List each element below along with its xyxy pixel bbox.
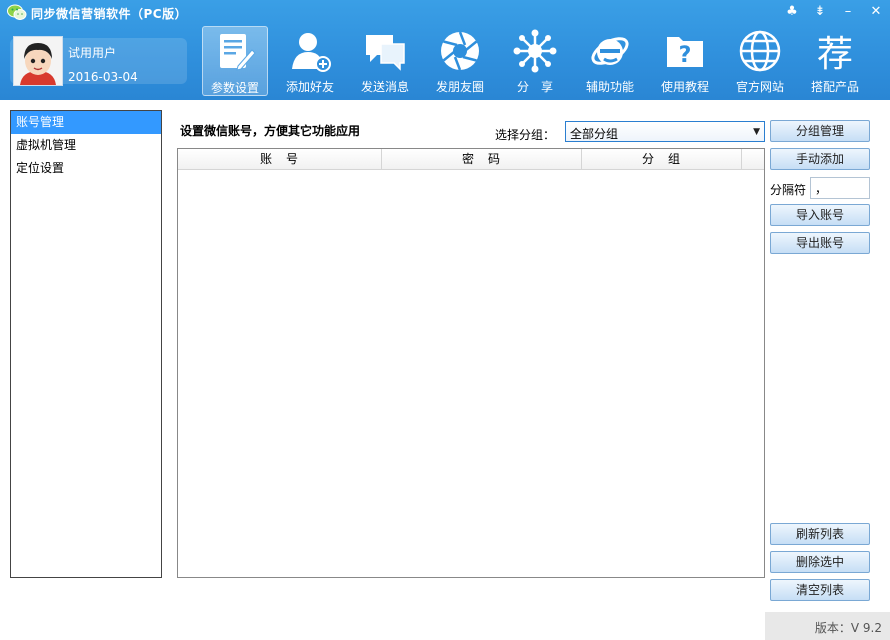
help-folder-icon: ? [667, 37, 703, 68]
chat-bubbles-icon [366, 35, 405, 71]
clear-list-button[interactable]: 清空列表 [770, 579, 870, 601]
version-label: 版本：V 9.2 [814, 621, 882, 635]
nav-label: 辅助功能 [585, 80, 634, 94]
aperture-icon [441, 31, 479, 71]
nav-label: 官方网站 [735, 80, 784, 94]
nav-official-site[interactable]: 官方网站 [727, 26, 793, 96]
nav-label: 分 享 [516, 80, 553, 94]
close-button[interactable]: ✕ [866, 3, 886, 21]
recommend-glyph: 荐 [817, 34, 853, 73]
separator-label: 分隔符 [770, 183, 807, 197]
column-header-group[interactable]: 分 组 [582, 149, 742, 169]
nav-assist[interactable]: 辅助功能 [577, 26, 643, 96]
recommend-glyph-icon: 荐 [817, 34, 853, 73]
nav-label: 使用教程 [660, 80, 709, 94]
nav-share[interactable]: 分 享 [502, 26, 568, 96]
status-bar: 版本：V 9.2 [765, 612, 890, 640]
avatar [13, 36, 63, 86]
settings-sidebar: 账号管理 虚拟机管理 定位设置 [10, 110, 162, 578]
user-date: 2016-03-04 [68, 70, 138, 84]
skin-button[interactable]: ♣ [782, 3, 802, 21]
ie-logo-icon [591, 37, 629, 65]
header-bar: 同步微信营销软件（PC版） ♣ ⇟ – ✕ 试用用户 2016-03-04 参数… [0, 0, 890, 100]
wechat-logo-icon [7, 4, 27, 20]
sidebar-item-account-management[interactable]: 账号管理 [11, 111, 161, 134]
document-edit-icon [220, 34, 256, 71]
app-title: 同步微信营销软件（PC版） [31, 7, 188, 21]
nav-label: 添加好友 [285, 80, 334, 94]
sidebar-item-vm-management[interactable]: 虚拟机管理 [11, 134, 161, 157]
nav-label: 参数设置 [210, 81, 259, 95]
group-select-value: 全部分组 [570, 127, 619, 141]
globe-icon [739, 30, 781, 72]
export-accounts-button[interactable]: 导出账号 [770, 232, 870, 254]
nav-send-message[interactable]: 发送消息 [352, 26, 418, 96]
add-user-icon [292, 33, 331, 72]
user-name: 试用用户 [68, 46, 117, 60]
group-select[interactable]: 全部分组 ▼ [565, 121, 765, 142]
import-accounts-button[interactable]: 导入账号 [770, 204, 870, 226]
chevron-down-icon: ▼ [753, 127, 760, 137]
nav-products[interactable]: 荐 搭配产品 [802, 26, 868, 96]
sidebar-item-location-settings[interactable]: 定位设置 [11, 157, 161, 180]
nav-params-settings[interactable]: 参数设置 [202, 26, 268, 96]
user-avatar-icon [14, 37, 62, 85]
nav-add-friends[interactable]: 添加好友 [277, 26, 343, 96]
refresh-list-button[interactable]: 刷新列表 [770, 523, 870, 545]
nav-label: 发朋友圈 [435, 80, 484, 94]
delete-selected-button[interactable]: 删除选中 [770, 551, 870, 573]
svg-text:?: ? [679, 43, 692, 68]
minimize-button[interactable]: – [838, 3, 858, 21]
separator-input[interactable] [810, 177, 870, 199]
nav-tutorial[interactable]: ? 使用教程 [652, 26, 718, 96]
accounts-table[interactable]: 账 号 密 码 分 组 [177, 148, 765, 578]
group-select-label: 选择分组： [495, 128, 556, 142]
nav-moments[interactable]: 发朋友圈 [427, 26, 493, 96]
column-header-password[interactable]: 密 码 [382, 149, 582, 169]
title-bar: 同步微信营销软件（PC版） ♣ ⇟ – ✕ [0, 0, 890, 26]
manual-add-button[interactable]: 手动添加 [770, 148, 870, 170]
table-header: 账 号 密 码 分 组 [178, 149, 764, 170]
nav-label: 搭配产品 [810, 80, 859, 94]
page-title: 设置微信账号，方便其它功能应用 [180, 124, 361, 138]
group-manage-button[interactable]: 分组管理 [770, 120, 870, 142]
menu-button[interactable]: ⇟ [810, 3, 830, 21]
nav-label: 发送消息 [360, 80, 409, 94]
column-header-account[interactable]: 账 号 [178, 149, 382, 169]
share-network-icon [513, 29, 557, 73]
